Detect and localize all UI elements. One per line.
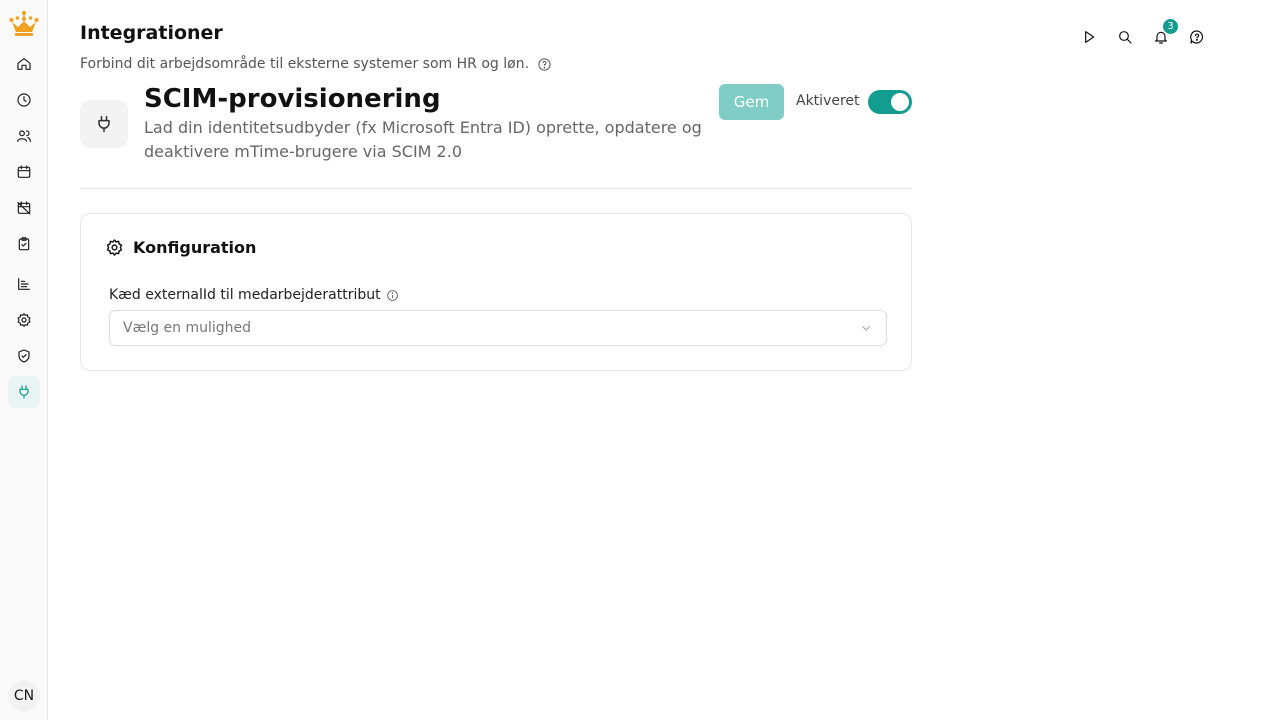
sidebar-item-settings[interactable] [8, 304, 40, 336]
plug-icon [98, 115, 110, 133]
sidebar-item-users[interactable] [8, 120, 40, 152]
page-subtitle: Forbind dit arbejdsområde til eksterne s… [80, 56, 552, 72]
chart-icon [18, 278, 30, 290]
section-divider [80, 188, 912, 189]
external-id-label: Kæd externalId til medarbejderattribut [109, 287, 399, 303]
help-chat-button[interactable] [1186, 26, 1208, 48]
users-icon [17, 130, 31, 142]
sidebar-item-tasks[interactable] [8, 228, 40, 260]
search-button[interactable] [1114, 26, 1136, 48]
play-icon [1085, 31, 1095, 43]
gear-icon [106, 239, 123, 256]
external-id-select-value: Vælg en mulighed [123, 320, 252, 336]
sidebar-item-integrations[interactable] [8, 376, 40, 408]
notifications-button[interactable]: 3 [1150, 18, 1179, 48]
sidebar-item-reports[interactable] [8, 268, 40, 300]
integration-icon-tile [80, 100, 128, 148]
notification-badge: 3 [1162, 18, 1179, 35]
help-circle-icon[interactable] [537, 57, 552, 72]
integration-title: SCIM-provisionering [144, 84, 441, 114]
play-button[interactable] [1078, 26, 1100, 48]
sidebar-item-security[interactable] [8, 340, 40, 372]
page-subtitle-text: Forbind dit arbejdsområde til eksterne s… [80, 56, 530, 72]
page-title: Integrationer [80, 22, 223, 44]
avatar[interactable]: CN [8, 680, 40, 712]
external-id-label-text: Kæd externalId til medarbejderattribut [109, 287, 381, 303]
sidebar-item-home[interactable] [8, 48, 40, 80]
search-icon [1119, 31, 1132, 44]
top-toolbar: 3 [1078, 18, 1222, 48]
configuration-card: Konfiguration Kæd externalId til medarbe… [80, 213, 912, 371]
info-icon[interactable] [386, 289, 399, 302]
message-help-icon [1190, 30, 1204, 44]
configuration-title: Konfiguration [133, 238, 257, 257]
plug-icon [19, 385, 29, 399]
chevron-down-icon [860, 322, 872, 334]
gear-icon [17, 313, 31, 327]
sidebar: CN [0, 0, 48, 720]
shield-check-icon [18, 349, 30, 363]
enabled-toggle-label: Aktiveret [796, 93, 860, 109]
avatar-initials: CN [13, 688, 35, 704]
external-id-select[interactable]: Vælg en mulighed [109, 310, 887, 346]
sidebar-item-calendar[interactable] [8, 156, 40, 188]
home-icon [17, 58, 31, 70]
clipboard-check-icon [18, 237, 30, 251]
enabled-toggle[interactable] [868, 90, 912, 114]
calendar-icon [17, 165, 31, 178]
app-root: CN Integrationer Forbind dit arbejdsområ… [0, 0, 1280, 720]
toggle-knob [891, 93, 909, 111]
calendar-off-icon [17, 201, 31, 215]
configuration-header: Konfiguration [105, 238, 256, 257]
integration-description: Lad din identitetsudbyder (fx Microsoft … [144, 118, 702, 161]
clock-icon [17, 93, 31, 107]
crown-logo-icon[interactable] [8, 10, 40, 40]
save-button[interactable]: Gem [719, 84, 784, 120]
sidebar-item-absence[interactable] [8, 192, 40, 224]
sidebar-item-time[interactable] [8, 84, 40, 116]
